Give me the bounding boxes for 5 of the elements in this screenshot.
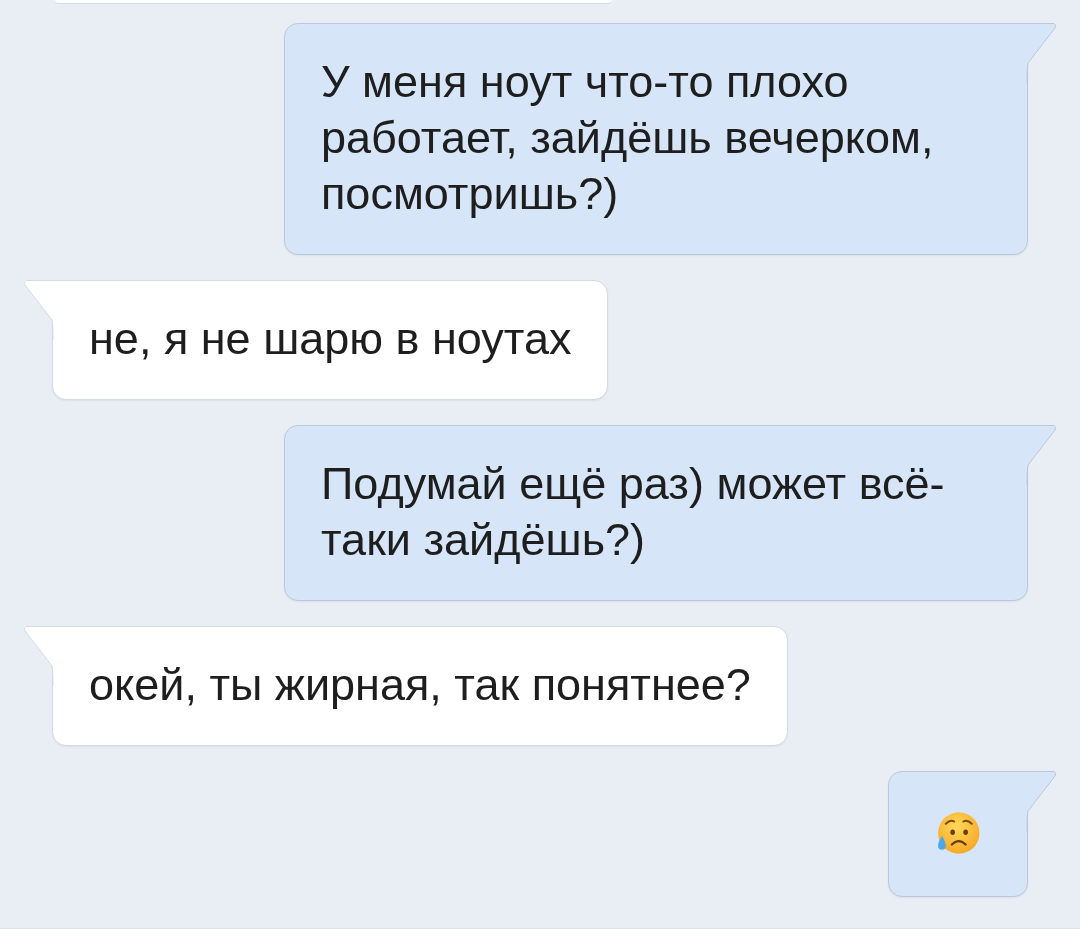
message-text: окей, ты жирная, так понятнее? <box>89 659 751 710</box>
message-text: У меня ноут что-то плохо работает, зайдёшь вечерком, посмотришь?) <box>321 56 934 219</box>
message-text: Подумай ещё раз) может всё-таки зайдёшь?) <box>321 458 945 565</box>
message-text: не, я не шарю в ноутах <box>89 313 572 364</box>
sad-face-emoji-icon <box>935 810 981 856</box>
